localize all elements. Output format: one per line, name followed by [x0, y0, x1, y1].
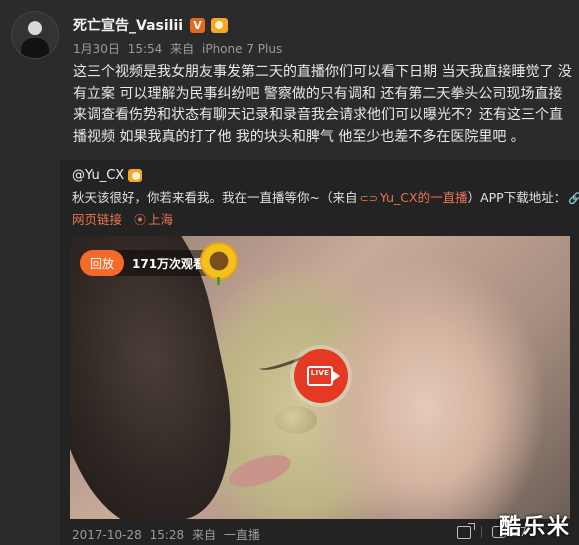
replay-badge: 回放 171万次观看: [80, 250, 218, 276]
live-play-button[interactable]: LIVE: [294, 349, 348, 403]
post-text: 这三个视频是我女朋友事发第二天的直播你们可以看下日期 当天我直接睡觉了 没有立案…: [73, 64, 572, 145]
repost-time: 15:28: [149, 528, 185, 542]
avatar-figure: [21, 38, 49, 58]
repost-username[interactable]: @Yu_CX: [72, 168, 124, 183]
user-row: 死亡宣告_Vasilii V: [73, 14, 229, 36]
weibo-post: 死亡宣告_Vasilii V 1月30日 15:54 来自 iPhone 7 P…: [0, 0, 579, 545]
video-nose-shape: [275, 406, 317, 434]
viewer-count: 171万次观看: [132, 256, 206, 271]
username[interactable]: 死亡宣告_Vasilii: [73, 15, 183, 35]
repost-user-row: @Yu_CX: [72, 166, 143, 184]
sunflower-stem: [217, 277, 220, 285]
repost-text-end: ）APP下载地址：: [467, 190, 567, 205]
link-icon: ⊂⊃: [359, 192, 378, 205]
watermark: 酷乐米: [498, 515, 571, 540]
post-source: iPhone 7 Plus: [202, 42, 283, 56]
repost-text: 秋天该很好，你若来看我。我在一直播等你~（来自 ⊂⊃ Yu_CX的一直播）APP下载…: [72, 188, 579, 208]
repost-text-start: 秋天该很好，你若来看我。我在一直播等你~（来自: [72, 190, 358, 205]
avatar[interactable]: [12, 12, 58, 58]
replay-tag: 回放: [80, 250, 124, 276]
location-icon: ⦿: [134, 213, 147, 227]
repost-source: 一直播: [223, 528, 260, 542]
share-icon[interactable]: [456, 522, 475, 539]
post-meta: 1月30日 15:54 来自 iPhone 7 Plus: [73, 40, 286, 57]
web-link[interactable]: 网页链接: [72, 212, 122, 227]
post-time: 15:54: [127, 42, 163, 56]
live-label: LIVE: [310, 369, 330, 377]
member-icon[interactable]: [128, 168, 143, 182]
repost-links: 网页链接 ⦿ 上海: [72, 209, 173, 228]
verified-v-icon: V: [190, 17, 206, 33]
repost-date[interactable]: 2017-10-28: [72, 528, 142, 542]
yizhibo-link[interactable]: Yu_CX的一直播: [380, 190, 468, 205]
sunflower-icon: [202, 244, 236, 278]
post-source-prefix: 来自: [170, 42, 195, 56]
video-player[interactable]: 回放 171万次观看 LIVE: [70, 236, 570, 519]
repost-card: @Yu_CX 秋天该很好，你若来看我。我在一直播等你~（来自 ⊂⊃ Yu_CX的一直…: [60, 160, 579, 545]
repost-footer: 2017-10-28 15:28 来自 一直播: [72, 526, 264, 543]
action-divider: [480, 526, 482, 538]
repost-source-prefix: 来自: [192, 528, 217, 542]
link-icon: 🔗: [568, 192, 579, 205]
post-date[interactable]: 1月30日: [73, 42, 120, 56]
member-icon[interactable]: [211, 17, 229, 33]
location-link[interactable]: 上海: [148, 212, 173, 227]
